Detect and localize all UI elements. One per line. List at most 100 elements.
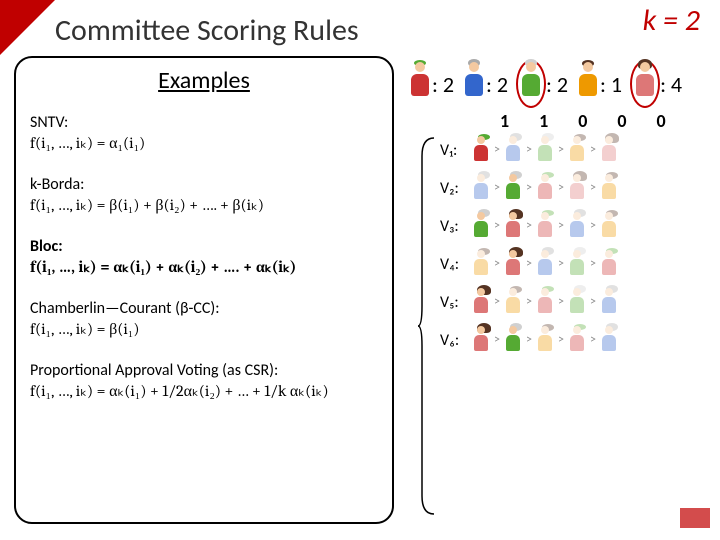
voter-label: V₂:	[440, 179, 472, 198]
preference-order: >>>>	[472, 326, 618, 354]
score-weights-row: 1 1 0 0 0	[500, 110, 666, 132]
candidate-score-pink: : 4	[630, 60, 682, 108]
candidate-blue-icon	[568, 212, 586, 240]
rule-kborda-formula: f(i₁, …, iₖ) = β(i₁) + β(i₂) + …. + β(iₖ…	[30, 195, 378, 215]
rule-bloc-name: Bloc:	[30, 237, 63, 256]
candidate-pink-icon	[472, 326, 490, 354]
candidate-green-icon	[504, 174, 522, 202]
pref-separator-icon: >	[494, 257, 500, 271]
candidate-pink-icon	[504, 212, 522, 240]
examples-panel: Examples SNTV: f(i₁, …, iₖ) = α₁(i₁) k-B…	[14, 56, 394, 524]
voter-label: V₆:	[440, 331, 472, 350]
preference-order: > > > >	[472, 136, 618, 164]
candidate-green-icon	[536, 136, 554, 164]
candidate-green-icon	[568, 288, 586, 316]
rule-bloc-formula: f(i₁, …, iₖ) = αₖ(i₁) + αₖ(i₂) + …. + αₖ…	[30, 258, 296, 276]
weight-digit: 1	[500, 110, 509, 132]
rule-sntv-name: SNTV:	[30, 113, 378, 133]
rule-pav-name: Proportional Approval Voting (as CSR):	[30, 361, 378, 381]
selection-circle	[516, 60, 546, 108]
voter-row: V₃:>>>>	[440, 212, 618, 240]
pref-separator-icon: >	[494, 143, 500, 157]
preference-order: >>>>	[472, 288, 618, 316]
candidate-green-icon	[504, 326, 522, 354]
pref-separator-icon: >	[590, 257, 596, 271]
k-value-label: k = 2	[643, 2, 700, 39]
pref-separator-icon: >	[494, 295, 500, 309]
candidate-pink-icon	[504, 250, 522, 278]
candidate-orange-icon	[536, 326, 554, 354]
pref-separator-icon: >	[526, 143, 532, 157]
candidate-holder	[576, 62, 600, 106]
candidate-red-icon	[472, 136, 490, 164]
slide-title: Committee Scoring Rules	[55, 12, 359, 49]
voter-row: V₁:>>>>	[440, 136, 618, 164]
pref-separator-icon: >	[526, 219, 532, 233]
candidate-green-icon	[568, 250, 586, 278]
candidate-blue-icon	[504, 136, 522, 164]
candidate-score-value: : 1	[600, 71, 622, 98]
rule-kborda-name: k-Borda:	[30, 175, 378, 195]
pref-separator-icon: >	[526, 333, 532, 347]
candidate-red-icon	[408, 62, 432, 100]
pref-separator-icon: >	[558, 143, 564, 157]
voter-label: V₅:	[440, 293, 472, 312]
candidate-blue-icon	[536, 250, 554, 278]
pref-separator-icon: >	[494, 219, 500, 233]
pref-separator-icon: >	[526, 181, 532, 195]
candidate-red-icon	[568, 326, 586, 354]
candidate-red-icon	[536, 212, 554, 240]
candidate-blue-icon	[600, 326, 618, 354]
weight-digit: 0	[578, 110, 587, 132]
candidate-orange-icon	[576, 62, 600, 100]
voter-row: V₅:>>>>	[440, 288, 618, 316]
pref-separator-icon: >	[558, 295, 564, 309]
voters-table: V₁:>>>>V₂:>>>>V₃:>>>>V₄:>>>>V₅:>>>>V₆:>>…	[440, 136, 618, 364]
candidate-red-icon	[600, 250, 618, 278]
candidate-orange-icon	[600, 174, 618, 202]
pref-separator-icon: >	[590, 219, 596, 233]
examples-header: Examples	[30, 66, 378, 95]
candidate-scores-row: : 2: 2: 2: 1: 4	[408, 60, 686, 108]
rule-pav: Proportional Approval Voting (as CSR): f…	[30, 361, 378, 401]
preference-order: >>>>	[472, 212, 618, 240]
weight-digit: 0	[617, 110, 626, 132]
slide-footer-accent	[680, 508, 710, 528]
pref-separator-icon: >	[590, 181, 596, 195]
candidate-holder	[462, 62, 486, 106]
weight-digit: 0	[657, 110, 666, 132]
voter-row: V₄: > > > >	[440, 250, 618, 278]
rule-kborda: k-Borda: f(i₁, …, iₖ) = β(i₁) + β(i₂) + …	[30, 175, 378, 215]
candidate-red-icon	[536, 174, 554, 202]
pref-separator-icon: >	[558, 257, 564, 271]
pref-separator-icon: >	[590, 143, 596, 157]
candidate-score-orange: : 1	[576, 62, 622, 106]
candidate-score-green: : 2	[516, 60, 568, 108]
candidate-orange-icon	[472, 250, 490, 278]
slide-corner-accent	[0, 0, 55, 55]
candidate-orange-icon	[600, 212, 618, 240]
candidate-blue-icon	[600, 288, 618, 316]
voter-row: V₆:>>>>	[440, 326, 618, 354]
candidate-pink-icon	[568, 174, 586, 202]
candidate-green-icon	[519, 62, 543, 100]
candidate-blue-icon	[462, 62, 486, 100]
rule-cc-name: Chamberlin—Courant (β-CC):	[30, 299, 378, 319]
preference-order: >>>>	[472, 174, 618, 202]
pref-separator-icon: >	[526, 257, 532, 271]
candidate-score-value: : 4	[660, 71, 682, 98]
candidate-holder	[408, 62, 432, 106]
candidate-pink-icon	[600, 136, 618, 164]
weight-digit: 1	[539, 110, 548, 132]
candidate-pink-icon	[472, 288, 490, 316]
candidate-score-red: : 2	[408, 62, 454, 106]
voters-bracket	[418, 136, 436, 516]
voter-row: V₂:>>>>	[440, 174, 618, 202]
candidate-green-icon	[472, 212, 490, 240]
voter-label: V₄:	[440, 255, 472, 274]
rule-cc: Chamberlin—Courant (β-CC): f(i₁, …, iₖ) …	[30, 299, 378, 339]
preference-order: > > > >	[472, 250, 618, 278]
rule-pav-formula: f(i₁, …, iₖ) = αₖ(i₁) + 1/2αₖ(i₂) + … + …	[30, 381, 378, 401]
pref-separator-icon: >	[558, 333, 564, 347]
candidate-score-value: : 2	[546, 71, 568, 98]
